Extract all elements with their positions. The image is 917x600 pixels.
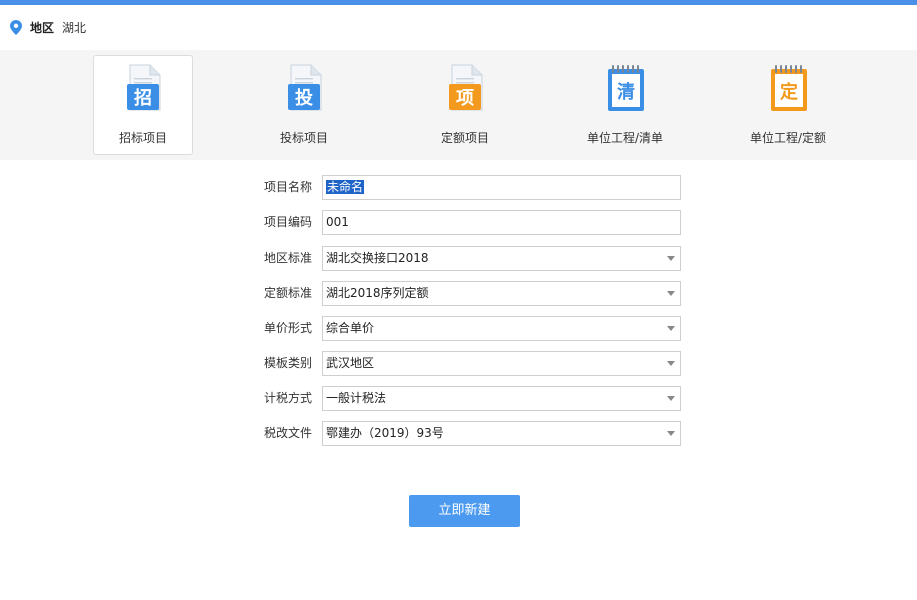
dropdown-arrow-icon <box>667 256 675 261</box>
tax-reform-doc-select[interactable]: 鄂建办（2019）93号 <box>322 421 681 446</box>
dropdown-arrow-icon <box>667 291 675 296</box>
project-type-label: 单位工程/清单 <box>586 131 664 145</box>
project-code-label: 项目编码 <box>263 215 312 229</box>
form-row-project-code: 项目编码 001 <box>0 210 917 235</box>
form-row-region-standard: 地区标准 湖北交换接口2018 <box>0 246 917 271</box>
form-row-template-category: 模板类别 武汉地区 <box>0 351 917 376</box>
project-type-label: 投标项目 <box>279 131 328 145</box>
dropdown-arrow-icon <box>667 431 675 436</box>
region-label: 地区 <box>30 21 55 35</box>
region-standard-label: 地区标准 <box>263 251 312 265</box>
form-row-tax-method: 计税方式 一般计税法 <box>0 386 917 411</box>
tax-method-label: 计税方式 <box>263 391 312 405</box>
svg-text:招: 招 <box>134 87 152 109</box>
project-name-label: 项目名称 <box>263 180 312 194</box>
project-type-label: 定额项目 <box>440 131 489 145</box>
region-bar: 地区 湖北 <box>0 5 917 50</box>
location-pin-icon <box>10 20 22 35</box>
project-type-tender[interactable]: 招 招标项目 <box>93 55 193 155</box>
unit-price-form-select[interactable]: 综合单价 <box>322 316 681 341</box>
svg-text:清: 清 <box>617 82 635 103</box>
region-standard-value: 湖北交换接口2018 <box>326 251 429 265</box>
project-code-input[interactable]: 001 <box>322 210 681 235</box>
tax-method-value: 一般计税法 <box>326 391 387 405</box>
bid-doc-icon: 投 <box>288 64 322 111</box>
create-now-button[interactable]: 立即新建 <box>409 495 520 527</box>
quota-standard-value: 湖北2018序列定额 <box>326 286 429 300</box>
unit-list-notepad-icon: 清 <box>608 65 644 111</box>
svg-text:投: 投 <box>295 87 313 109</box>
quota-standard-label: 定额标准 <box>263 286 312 300</box>
unit-price-form-value: 综合单价 <box>326 321 375 335</box>
unit-price-form-label: 单价形式 <box>263 321 312 335</box>
svg-text:定: 定 <box>780 81 798 103</box>
template-category-label: 模板类别 <box>263 356 312 370</box>
quota-doc-icon: 项 <box>449 64 483 111</box>
form-row-unit-price-form: 单价形式 综合单价 <box>0 316 917 341</box>
project-type-unit-quota[interactable]: 定 单位工程/定额 <box>738 55 838 155</box>
form-row-tax-reform-doc: 税改文件 鄂建办（2019）93号 <box>0 421 917 446</box>
tax-reform-doc-label: 税改文件 <box>263 426 312 440</box>
svg-text:项: 项 <box>456 88 474 109</box>
region-standard-select[interactable]: 湖北交换接口2018 <box>322 246 681 271</box>
tax-reform-doc-value: 鄂建办（2019）93号 <box>326 426 444 440</box>
project-name-value: 未命名 <box>326 180 365 194</box>
template-category-value: 武汉地区 <box>326 356 375 370</box>
dropdown-arrow-icon <box>667 361 675 366</box>
project-code-value: 001 <box>326 215 349 229</box>
project-type-quota[interactable]: 项 定额项目 <box>415 55 515 155</box>
project-type-bid[interactable]: 投 投标项目 <box>254 55 354 155</box>
project-name-input[interactable]: 未命名 <box>322 175 681 200</box>
project-type-label: 招标项目 <box>118 131 167 145</box>
tax-method-select[interactable]: 一般计税法 <box>322 386 681 411</box>
form-row-quota-standard: 定额标准 湖北2018序列定额 <box>0 281 917 306</box>
form-row-project-name: 项目名称 未命名 <box>0 175 917 200</box>
project-type-strip: 招 招标项目 投 投标项目 项 定额项目 清 单位工程/清单 定 单位工程/定额 <box>0 50 917 160</box>
unit-quota-notepad-icon: 定 <box>771 65 807 111</box>
dropdown-arrow-icon <box>667 326 675 331</box>
project-type-label: 单位工程/定额 <box>749 131 827 145</box>
quota-standard-select[interactable]: 湖北2018序列定额 <box>322 281 681 306</box>
project-type-unit-list[interactable]: 清 单位工程/清单 <box>575 55 675 155</box>
dropdown-arrow-icon <box>667 396 675 401</box>
tender-doc-icon: 招 <box>127 64 161 111</box>
template-category-select[interactable]: 武汉地区 <box>322 351 681 376</box>
region-value[interactable]: 湖北 <box>62 19 86 36</box>
